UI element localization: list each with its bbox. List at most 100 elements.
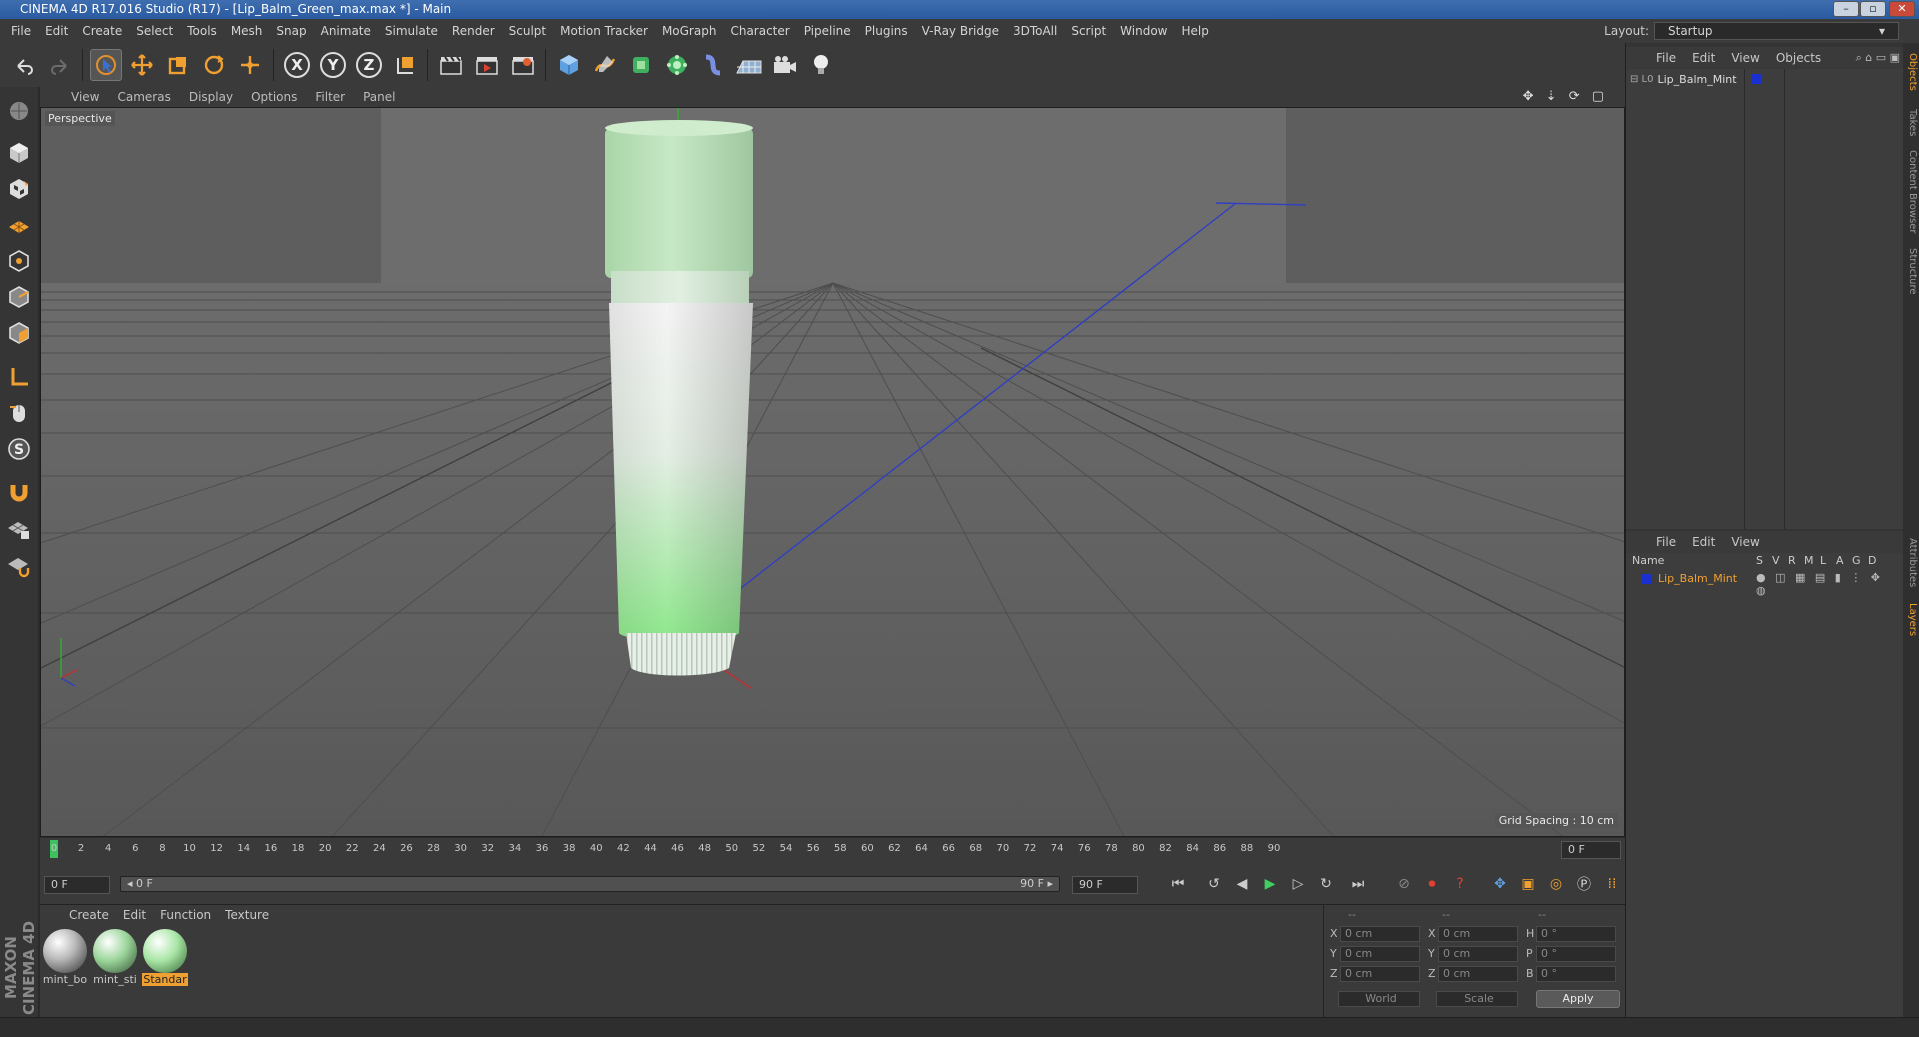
viewport-menu-cameras[interactable]: Cameras xyxy=(108,90,179,104)
points-mode-button[interactable] xyxy=(3,245,35,277)
magnet-tool-button[interactable] xyxy=(3,477,35,509)
maximize-button[interactable]: ▫ xyxy=(1860,1,1886,17)
go-to-start-button[interactable]: ⏮ xyxy=(1166,872,1190,896)
add-light-button[interactable] xyxy=(805,49,837,81)
redo-button[interactable] xyxy=(44,49,76,81)
material-menu-function[interactable]: Function xyxy=(153,908,218,922)
z-axis-lock-button[interactable]: Z xyxy=(353,49,385,81)
coordinate-system-button[interactable] xyxy=(389,49,421,81)
render-view-button[interactable] xyxy=(435,49,467,81)
minimize-button[interactable]: – xyxy=(1833,1,1859,17)
menu-simulate[interactable]: Simulate xyxy=(378,24,445,38)
record-active-objects-button[interactable]: ⏺ xyxy=(1420,872,1444,896)
viewport-menu-options[interactable]: Options xyxy=(242,90,306,104)
layer-row[interactable]: Lip_Balm_Mint ● ◫ ▦ ▤ ▮ ⋮ ✥ ◍ xyxy=(1630,571,1900,597)
x-axis-lock-button[interactable]: X xyxy=(281,49,313,81)
material-swatch-selected[interactable]: Standar xyxy=(142,929,188,986)
material-menu-texture[interactable]: Texture xyxy=(218,908,276,922)
key-parameter-button[interactable]: Ⓟ xyxy=(1572,872,1596,896)
material-menu-edit[interactable]: Edit xyxy=(116,908,153,922)
menu-mograph[interactable]: MoGraph xyxy=(655,24,724,38)
pos-z-field[interactable]: 0 cm xyxy=(1340,966,1420,982)
menu-snap[interactable]: Snap xyxy=(269,24,313,38)
key-rotation-button[interactable]: ◎ xyxy=(1544,872,1568,896)
3d-viewport[interactable]: Perspective Grid Spacing : 10 cm xyxy=(40,107,1625,837)
size-z-field[interactable]: 0 cm xyxy=(1438,966,1518,982)
menu-render[interactable]: Render xyxy=(445,24,502,38)
rot-b-field[interactable]: 0 ° xyxy=(1536,966,1616,982)
material-swatch[interactable]: mint_sti xyxy=(92,929,138,986)
go-to-end-button[interactable]: ⏭ xyxy=(1346,872,1370,896)
menu-animate[interactable]: Animate xyxy=(314,24,378,38)
tab-attributes[interactable]: Attributes xyxy=(1904,533,1918,593)
snapping-button[interactable]: S xyxy=(3,433,35,465)
rot-p-field[interactable]: 0 ° xyxy=(1536,946,1616,962)
add-cube-button[interactable] xyxy=(553,49,585,81)
workplane-mode-button[interactable] xyxy=(3,209,35,241)
go-to-next-key-button[interactable]: ↻ xyxy=(1314,872,1338,896)
tab-objects[interactable]: Objects xyxy=(1904,47,1918,97)
menu-help[interactable]: Help xyxy=(1174,24,1215,38)
next-frame-button[interactable]: ▷ xyxy=(1286,872,1310,896)
objects-menu-view[interactable]: View xyxy=(1723,51,1767,65)
menu-tools[interactable]: Tools xyxy=(180,24,224,38)
add-floor-button[interactable] xyxy=(733,49,765,81)
coordinate-space-dropdown[interactable]: World xyxy=(1338,991,1420,1007)
viewport-menu-panel[interactable]: Panel xyxy=(354,90,404,104)
play-button[interactable]: ▶ xyxy=(1258,872,1282,896)
material-swatch[interactable]: mint_bo xyxy=(42,929,88,986)
go-to-previous-key-button[interactable]: ↺ xyxy=(1202,872,1226,896)
scale-tool-button[interactable] xyxy=(162,49,194,81)
layer-toggle-icons[interactable]: ● ◫ ▦ ▤ ▮ ⋮ ✥ ◍ xyxy=(1756,571,1900,597)
viewport-menu-view[interactable]: View xyxy=(62,90,108,104)
tweak-mode-button[interactable] xyxy=(3,397,35,429)
key-position-button[interactable]: ✥ xyxy=(1488,872,1512,896)
size-x-field[interactable]: 0 cm xyxy=(1438,926,1518,942)
tab-takes[interactable]: Takes xyxy=(1904,103,1918,143)
planar-workplane-button[interactable] xyxy=(3,549,35,581)
add-nurbs-button[interactable] xyxy=(625,49,657,81)
menu-3dtoall[interactable]: 3DToAll xyxy=(1006,24,1064,38)
undo-button[interactable] xyxy=(8,49,40,81)
layout-dropdown[interactable]: Startup ▾ xyxy=(1654,22,1899,40)
timeline-ruler[interactable]: 0 2 4 6 8 10 12 14 16 18 20 22 24 26 28 30 32 34 36 38 40 42 4… xyxy=(40,838,1625,862)
key-pla-button[interactable]: ⁞⁞ xyxy=(1600,872,1624,896)
polygons-mode-button[interactable] xyxy=(3,317,35,349)
search-icon[interactable]: ⌕ ⌂ ▭ ▣ xyxy=(1848,51,1904,65)
objects-menu-objects[interactable]: Objects xyxy=(1768,51,1829,65)
current-frame-field[interactable]: 0 F xyxy=(1561,841,1621,859)
edges-mode-button[interactable] xyxy=(3,281,35,313)
menu-sculpt[interactable]: Sculpt xyxy=(502,24,553,38)
size-mode-dropdown[interactable]: Scale xyxy=(1436,991,1518,1007)
transform-tool-button[interactable] xyxy=(234,49,266,81)
layer-color-swatch[interactable] xyxy=(1750,74,1761,84)
y-axis-lock-button[interactable]: Y xyxy=(317,49,349,81)
menu-pipeline[interactable]: Pipeline xyxy=(797,24,858,38)
previous-frame-button[interactable]: ◀ xyxy=(1230,872,1254,896)
model-mode-button[interactable] xyxy=(3,137,35,169)
key-scale-button[interactable]: ▣ xyxy=(1516,872,1540,896)
menu-motion-tracker[interactable]: Motion Tracker xyxy=(553,24,655,38)
apply-button[interactable]: Apply xyxy=(1536,990,1620,1008)
menu-create[interactable]: Create xyxy=(75,24,129,38)
object-row[interactable]: ⊟ L0 Lip_Balm_Mint xyxy=(1630,71,1761,87)
live-selection-button[interactable] xyxy=(90,49,122,81)
layers-menu-edit[interactable]: Edit xyxy=(1684,535,1723,549)
pos-x-field[interactable]: 0 cm xyxy=(1340,926,1420,942)
rotate-tool-button[interactable] xyxy=(198,49,230,81)
objects-menu-edit[interactable]: Edit xyxy=(1684,51,1723,65)
rot-h-field[interactable]: 0 ° xyxy=(1536,926,1616,942)
layers-menu-file[interactable]: File xyxy=(1648,535,1684,549)
menu-script[interactable]: Script xyxy=(1064,24,1113,38)
menu-plugins[interactable]: Plugins xyxy=(858,24,915,38)
add-spline-button[interactable] xyxy=(589,49,621,81)
texture-mode-button[interactable] xyxy=(3,173,35,205)
viewport-camera-label[interactable]: Perspective xyxy=(45,111,115,126)
object-list[interactable]: ⊟ L0 Lip_Balm_Mint xyxy=(1626,69,1904,529)
min-time-field[interactable]: 0 F xyxy=(44,876,110,894)
render-to-picture-viewer-button[interactable] xyxy=(471,49,503,81)
viewport-menu-filter[interactable]: Filter xyxy=(306,90,354,104)
render-settings-button[interactable] xyxy=(507,49,539,81)
lock-workplane-button[interactable] xyxy=(3,513,35,545)
pos-y-field[interactable]: 0 cm xyxy=(1340,946,1420,962)
